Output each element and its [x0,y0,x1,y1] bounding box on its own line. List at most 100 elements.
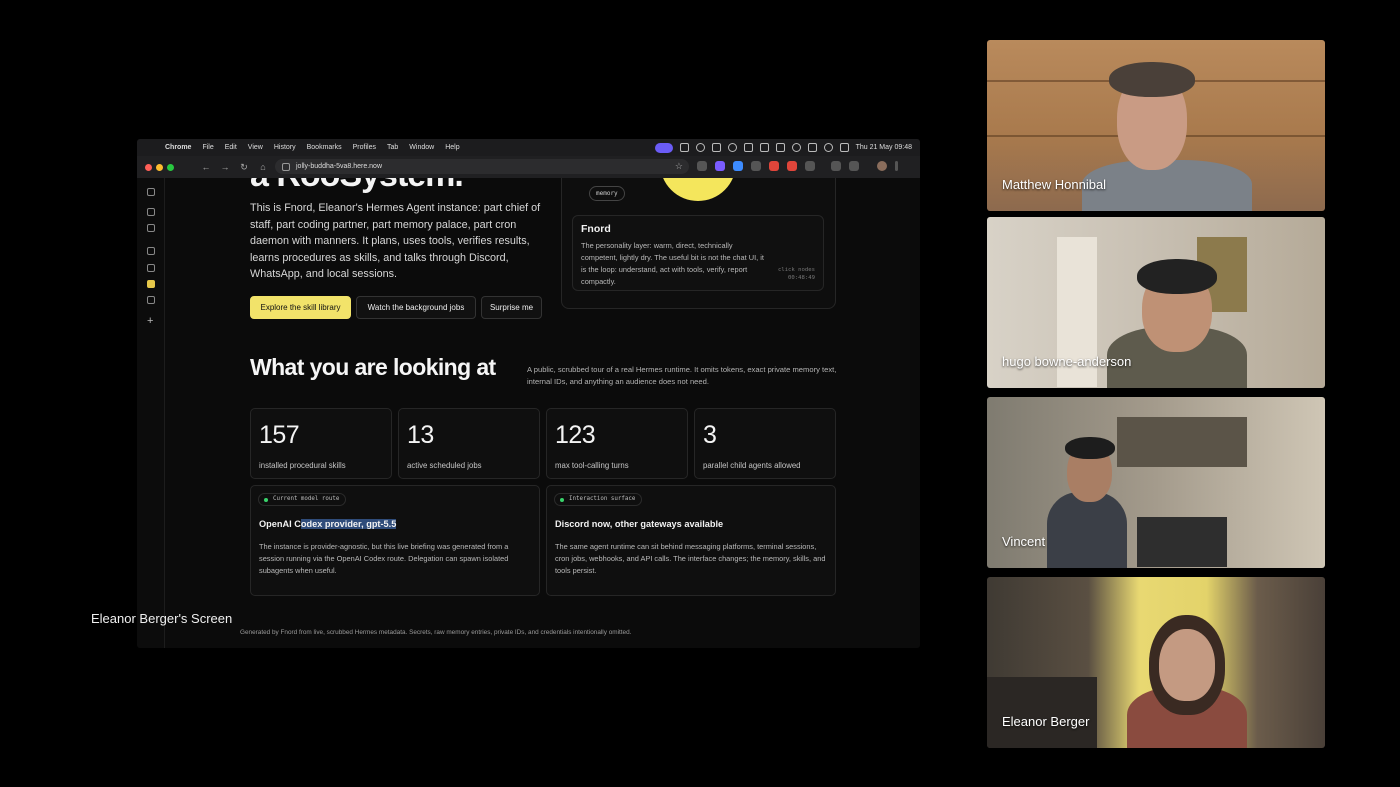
menu-icon[interactable] [147,188,155,196]
extension-icon[interactable] [787,161,797,171]
reload-icon[interactable]: ↻ [238,161,250,173]
screen-share-indicator-icon[interactable] [654,142,673,153]
participant-tile[interactable]: Eleanor Berger [987,577,1325,748]
globe-icon[interactable] [147,296,155,304]
tag-label: Interaction surface [569,496,636,502]
persona-graph-panel[interactable]: memory Fnord The personality layer: warm… [561,178,836,309]
web-page: a RooSystem. This is Fnord, Eleanor's He… [165,178,920,648]
extension-icon[interactable] [715,161,725,171]
stat-label: parallel child agents allowed [703,461,801,470]
apple-icon[interactable] [147,143,157,153]
memory-node-chip[interactable]: memory [589,186,625,201]
participant-name: Eleanor Berger [1002,714,1090,729]
extension-icon[interactable] [727,143,737,152]
download-icon[interactable] [831,161,841,171]
participant-name: Matthew Honnibal [1002,177,1107,192]
model-route-title[interactable]: OpenAI Codex provider, gpt-5.5 [259,519,397,529]
menu-history[interactable]: History [274,144,296,151]
address-bar[interactable]: jolly-buddha-5va8.here.now ☆ [275,159,689,174]
code-icon[interactable] [849,161,859,171]
battery-icon[interactable] [807,143,817,152]
background-detail [1137,517,1227,567]
bell-icon[interactable] [147,264,155,272]
extension-icon[interactable] [751,161,761,171]
hint-text: click nodes [777,267,815,273]
keyboard-icon[interactable] [759,143,769,152]
participant-video [1082,160,1252,211]
participant-tile[interactable]: hugo bowne-anderson [987,217,1325,388]
site-settings-icon[interactable] [282,162,290,171]
participant-tile[interactable]: Vincent [987,397,1325,568]
status-dot-icon [560,498,564,502]
extension-icon[interactable] [697,161,707,171]
control-center-icon[interactable] [775,143,785,152]
hero-title: a RooSystem. [250,178,464,195]
home-icon[interactable]: ⌂ [257,161,269,173]
participant-name: Vincent [1002,534,1046,549]
text-icon[interactable] [743,143,753,152]
core-node[interactable] [660,178,736,201]
stat-card: 123 max tool-calling turns [546,408,688,479]
menu-window[interactable]: Window [409,144,434,151]
close-window-icon[interactable] [145,163,152,171]
translate-icon[interactable] [147,224,155,232]
menu-edit[interactable]: Edit [225,144,237,151]
extension-icon[interactable] [769,161,779,171]
grid-icon[interactable] [147,208,155,216]
persona-title: Fnord [581,223,611,235]
participant-name: hugo bowne-anderson [1002,354,1132,369]
participant-video [1159,629,1215,701]
focus-icon[interactable] [695,143,705,152]
more-options-icon[interactable] [895,161,898,171]
model-route-tag: Current model route [258,493,347,506]
explore-skill-library-button[interactable]: Explore the skill library [250,296,351,319]
grid-icon[interactable] [679,143,689,152]
stat-value: 157 [259,421,300,449]
stat-label: installed procedural skills [259,461,346,470]
menu-help[interactable]: Help [445,144,459,151]
hero-description: This is Fnord, Eleanor's Hermes Agent in… [250,202,541,280]
maximize-window-icon[interactable] [167,163,174,171]
watch-background-jobs-button[interactable]: Watch the background jobs [356,296,476,319]
profile-avatar-icon[interactable] [877,161,887,171]
interaction-surface-body: The same agent runtime can sit behind me… [555,542,826,575]
persona-card: Fnord The personality layer: warm, direc… [572,215,824,291]
notification-icon[interactable] [147,280,155,288]
stat-value: 3 [703,421,717,449]
menu-tab[interactable]: Tab [387,144,398,151]
interaction-surface-card: Interaction surface Discord now, other g… [546,485,836,596]
menu-profiles[interactable]: Profiles [353,144,376,151]
back-arrow-icon[interactable]: ← [200,161,212,173]
toggles-icon[interactable] [839,143,849,152]
extension-icon[interactable] [733,161,743,171]
wifi-icon[interactable] [791,143,801,152]
calendar-icon[interactable] [711,143,721,152]
menubar-clock[interactable]: Thu 21 May 09:48 [856,144,912,151]
participant-tile[interactable]: Matthew Honnibal [987,40,1325,211]
puzzle-icon[interactable] [805,161,815,171]
mac-menubar: Chrome File Edit View History Bookmarks … [137,139,920,156]
minimize-window-icon[interactable] [156,163,163,171]
model-route-body: The instance is provider-agnostic, but t… [259,542,509,575]
add-icon[interactable]: + [147,316,155,327]
participant-video [1137,259,1217,294]
url-text[interactable]: jolly-buddha-5va8.here.now [296,163,382,170]
section-description: A public, scrubbed tour of a real Hermes… [527,365,837,386]
surprise-me-button[interactable]: Surprise me [481,296,542,319]
extensions-bar [697,161,898,171]
interaction-surface-tag: Interaction surface [554,493,643,506]
title-text: OpenAI C [259,519,301,529]
menu-view[interactable]: View [248,144,263,151]
shared-screen: Chrome File Edit View History Bookmarks … [137,139,920,648]
search-icon[interactable] [823,143,833,152]
menubar-tray: Thu 21 May 09:48 [654,139,912,156]
bookmark-star-icon[interactable]: ☆ [675,161,683,172]
section-title: What you are looking at [250,354,496,380]
history-icon[interactable] [147,247,155,255]
selected-text[interactable]: odex provider, gpt-5.5 [300,519,397,529]
menu-file[interactable]: File [202,144,213,151]
menu-bookmarks[interactable]: Bookmarks [307,144,342,151]
stat-label: active scheduled jobs [407,461,482,470]
forward-arrow-icon[interactable]: → [219,161,231,173]
menu-chrome[interactable]: Chrome [165,144,191,151]
